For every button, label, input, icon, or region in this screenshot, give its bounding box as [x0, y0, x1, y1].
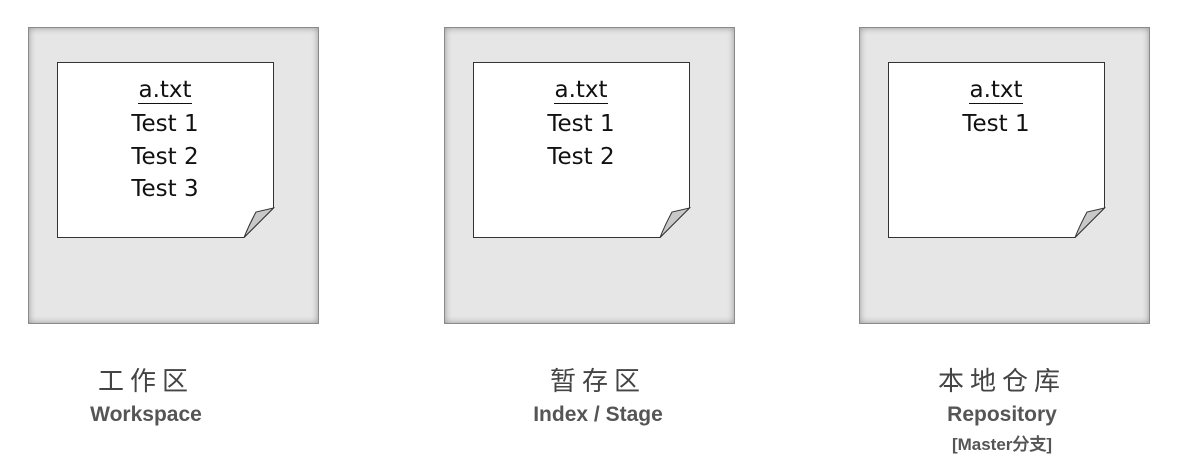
file-name: a.txt: [554, 77, 608, 104]
repository-caption: 本地仓库 Repository [Master分支]: [852, 364, 1152, 460]
repository-panel: a.txt Test 1: [859, 27, 1150, 324]
file-note: a.txt Test 1 Test 2 Test 3: [57, 62, 276, 240]
stage-caption: 暂存区 Index / Stage: [448, 364, 748, 430]
file-line: Test 1: [547, 111, 615, 137]
workspace-panel: a.txt Test 1 Test 2 Test 3: [28, 27, 319, 324]
area-label-cn: 暂存区: [549, 367, 646, 397]
area-label-cn: 本地仓库: [937, 367, 1066, 397]
file-name: a.txt: [969, 77, 1023, 104]
file-note: a.txt Test 1: [888, 62, 1107, 240]
file-name: a.txt: [138, 77, 192, 104]
file-line: Test 1: [962, 111, 1030, 137]
area-label-en: Repository: [947, 403, 1057, 426]
area-label-en: Workspace: [90, 403, 202, 426]
file-line: Test 2: [131, 143, 199, 170]
file-line: Test 2: [547, 143, 615, 170]
branch-label: [Master分支]: [951, 435, 1053, 454]
area-label-cn: 工作区: [97, 367, 194, 397]
workspace-caption: 工作区 Workspace: [0, 364, 296, 430]
file-line: Test 1: [131, 111, 199, 137]
stage-panel: a.txt Test 1 Test 2: [444, 27, 735, 324]
area-label-en: Index / Stage: [533, 403, 663, 426]
file-note: a.txt Test 1 Test 2: [473, 62, 692, 240]
file-line: Test 3: [131, 176, 199, 202]
